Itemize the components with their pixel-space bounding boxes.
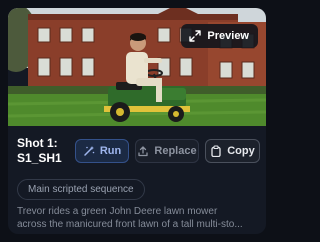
copy-label: Copy: [227, 145, 255, 157]
upload-icon: [138, 146, 149, 157]
run-label: Run: [99, 145, 122, 157]
shot-card[interactable]: Preview Shot 1: S1_SH1 Run Replace Copy …: [8, 8, 266, 234]
preview-button[interactable]: Preview: [181, 24, 258, 48]
shot-id: S1_SH1: [17, 151, 62, 165]
description-line: Trevor rides a green John Deere lawn mow…: [17, 206, 218, 217]
shot-title: Shot 1: S1_SH1: [17, 136, 73, 166]
sequence-tag: Main scripted sequence: [17, 179, 145, 200]
shot-number: Shot 1:: [17, 136, 58, 150]
clipboard-icon: [211, 145, 221, 157]
expand-icon: [189, 30, 202, 42]
replace-button[interactable]: Replace: [135, 139, 199, 163]
magic-wand-icon: [84, 146, 95, 156]
run-button[interactable]: Run: [74, 139, 130, 163]
shot-description: Trevor rides a green John Deere lawn mow…: [17, 205, 264, 231]
copy-button[interactable]: Copy: [204, 139, 260, 163]
preview-label: Preview: [207, 30, 249, 42]
description-line: across the manicured front lawn of a tal…: [17, 219, 243, 230]
shot-header-row: Shot 1: S1_SH1 Run Replace Copy: [17, 135, 260, 167]
shot-thumbnail: Preview: [8, 8, 266, 126]
replace-label: Replace: [154, 145, 197, 157]
